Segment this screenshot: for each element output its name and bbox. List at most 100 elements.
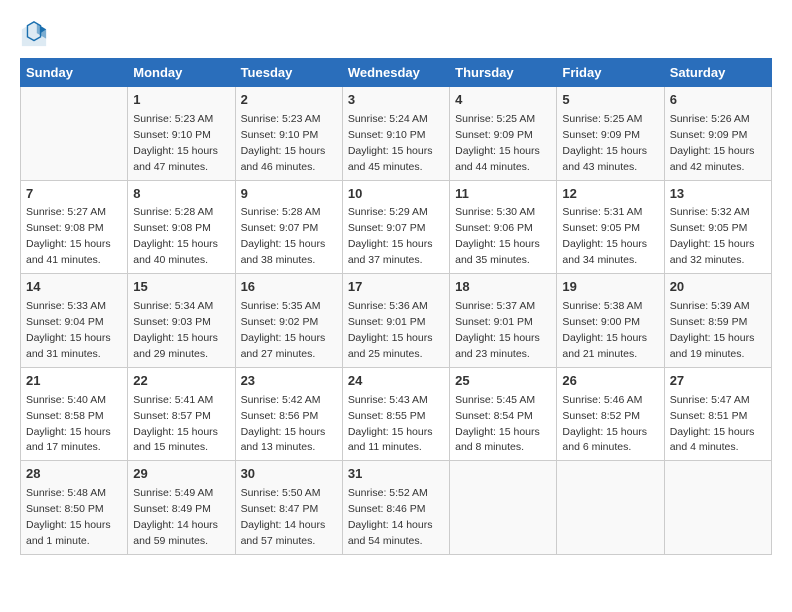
day-info: Sunrise: 5:45 AMSunset: 8:54 PMDaylight:…	[455, 394, 540, 454]
calendar-cell: 21 Sunrise: 5:40 AMSunset: 8:58 PMDayligh…	[21, 367, 128, 461]
day-number: 17	[348, 278, 444, 297]
day-info: Sunrise: 5:36 AMSunset: 9:01 PMDaylight:…	[348, 300, 433, 360]
calendar-cell: 18 Sunrise: 5:37 AMSunset: 9:01 PMDayligh…	[450, 274, 557, 368]
day-info: Sunrise: 5:42 AMSunset: 8:56 PMDaylight:…	[241, 394, 326, 454]
day-info: Sunrise: 5:32 AMSunset: 9:05 PMDaylight:…	[670, 206, 755, 266]
day-info: Sunrise: 5:38 AMSunset: 9:00 PMDaylight:…	[562, 300, 647, 360]
day-number: 13	[670, 185, 766, 204]
day-number: 26	[562, 372, 658, 391]
day-number: 27	[670, 372, 766, 391]
calendar-cell: 17 Sunrise: 5:36 AMSunset: 9:01 PMDayligh…	[342, 274, 449, 368]
calendar-cell: 31 Sunrise: 5:52 AMSunset: 8:46 PMDayligh…	[342, 461, 449, 555]
day-info: Sunrise: 5:31 AMSunset: 9:05 PMDaylight:…	[562, 206, 647, 266]
week-row-5: 28 Sunrise: 5:48 AMSunset: 8:50 PMDayligh…	[21, 461, 772, 555]
calendar-cell: 24 Sunrise: 5:43 AMSunset: 8:55 PMDayligh…	[342, 367, 449, 461]
page-header	[20, 20, 772, 48]
calendar-cell: 5 Sunrise: 5:25 AMSunset: 9:09 PMDaylight…	[557, 87, 664, 181]
day-info: Sunrise: 5:27 AMSunset: 9:08 PMDaylight:…	[26, 206, 111, 266]
calendar-header-row: SundayMondayTuesdayWednesdayThursdayFrid…	[21, 59, 772, 87]
week-row-3: 14 Sunrise: 5:33 AMSunset: 9:04 PMDayligh…	[21, 274, 772, 368]
week-row-4: 21 Sunrise: 5:40 AMSunset: 8:58 PMDayligh…	[21, 367, 772, 461]
calendar-cell: 12 Sunrise: 5:31 AMSunset: 9:05 PMDayligh…	[557, 180, 664, 274]
calendar-cell: 15 Sunrise: 5:34 AMSunset: 9:03 PMDayligh…	[128, 274, 235, 368]
day-info: Sunrise: 5:33 AMSunset: 9:04 PMDaylight:…	[26, 300, 111, 360]
day-info: Sunrise: 5:52 AMSunset: 8:46 PMDaylight:…	[348, 487, 433, 547]
day-number: 10	[348, 185, 444, 204]
header-tuesday: Tuesday	[235, 59, 342, 87]
calendar-cell: 19Sunrise: 5:38 AMSunset: 9:00 PMDayligh…	[557, 274, 664, 368]
day-info: Sunrise: 5:28 AMSunset: 9:08 PMDaylight:…	[133, 206, 218, 266]
day-number: 24	[348, 372, 444, 391]
day-info: Sunrise: 5:39 AMSunset: 8:59 PMDaylight:…	[670, 300, 755, 360]
day-info: Sunrise: 5:35 AMSunset: 9:02 PMDaylight:…	[241, 300, 326, 360]
day-info: Sunrise: 5:23 AMSunset: 9:10 PMDaylight:…	[133, 113, 218, 173]
day-number: 18	[455, 278, 551, 297]
week-row-1: 1 Sunrise: 5:23 AMSunset: 9:10 PMDaylight…	[21, 87, 772, 181]
day-info: Sunrise: 5:48 AMSunset: 8:50 PMDaylight:…	[26, 487, 111, 547]
day-number: 14	[26, 278, 122, 297]
calendar-table: SundayMondayTuesdayWednesdayThursdayFrid…	[20, 58, 772, 555]
day-number: 2	[241, 91, 337, 110]
day-number: 15	[133, 278, 229, 297]
calendar-cell: 1 Sunrise: 5:23 AMSunset: 9:10 PMDaylight…	[128, 87, 235, 181]
day-number: 1	[133, 91, 229, 110]
day-info: Sunrise: 5:28 AMSunset: 9:07 PMDaylight:…	[241, 206, 326, 266]
calendar-cell: 11 Sunrise: 5:30 AMSunset: 9:06 PMDayligh…	[450, 180, 557, 274]
calendar-cell: 3 Sunrise: 5:24 AMSunset: 9:10 PMDaylight…	[342, 87, 449, 181]
day-number: 25	[455, 372, 551, 391]
day-info: Sunrise: 5:23 AMSunset: 9:10 PMDaylight:…	[241, 113, 326, 173]
calendar-cell: 4Sunrise: 5:25 AMSunset: 9:09 PMDaylight…	[450, 87, 557, 181]
calendar-cell: 7 Sunrise: 5:27 AMSunset: 9:08 PMDaylight…	[21, 180, 128, 274]
header-thursday: Thursday	[450, 59, 557, 87]
calendar-cell: 16 Sunrise: 5:35 AMSunset: 9:02 PMDayligh…	[235, 274, 342, 368]
day-info: Sunrise: 5:37 AMSunset: 9:01 PMDaylight:…	[455, 300, 540, 360]
calendar-cell: 26 Sunrise: 5:46 AMSunset: 8:52 PMDayligh…	[557, 367, 664, 461]
day-info: Sunrise: 5:46 AMSunset: 8:52 PMDaylight:…	[562, 394, 647, 454]
day-info: Sunrise: 5:26 AMSunset: 9:09 PMDaylight:…	[670, 113, 755, 173]
week-row-2: 7 Sunrise: 5:27 AMSunset: 9:08 PMDaylight…	[21, 180, 772, 274]
day-number: 12	[562, 185, 658, 204]
day-number: 8	[133, 185, 229, 204]
day-number: 22	[133, 372, 229, 391]
logo	[20, 20, 52, 48]
day-info: Sunrise: 5:49 AMSunset: 8:49 PMDaylight:…	[133, 487, 218, 547]
calendar-cell: 27 Sunrise: 5:47 AMSunset: 8:51 PMDayligh…	[664, 367, 771, 461]
header-monday: Monday	[128, 59, 235, 87]
header-friday: Friday	[557, 59, 664, 87]
day-number: 3	[348, 91, 444, 110]
day-info: Sunrise: 5:25 AMSunset: 9:09 PMDaylight:…	[562, 113, 647, 173]
calendar-cell: 28 Sunrise: 5:48 AMSunset: 8:50 PMDayligh…	[21, 461, 128, 555]
day-number: 7	[26, 185, 122, 204]
day-number: 16	[241, 278, 337, 297]
day-info: Sunrise: 5:34 AMSunset: 9:03 PMDaylight:…	[133, 300, 218, 360]
calendar-cell: 2 Sunrise: 5:23 AMSunset: 9:10 PMDaylight…	[235, 87, 342, 181]
day-number: 5	[562, 91, 658, 110]
day-info: Sunrise: 5:43 AMSunset: 8:55 PMDaylight:…	[348, 394, 433, 454]
calendar-cell: 25 Sunrise: 5:45 AMSunset: 8:54 PMDayligh…	[450, 367, 557, 461]
calendar-cell	[557, 461, 664, 555]
calendar-cell: 23 Sunrise: 5:42 AMSunset: 8:56 PMDayligh…	[235, 367, 342, 461]
calendar-cell: 30Sunrise: 5:50 AMSunset: 8:47 PMDayligh…	[235, 461, 342, 555]
day-info: Sunrise: 5:24 AMSunset: 9:10 PMDaylight:…	[348, 113, 433, 173]
day-info: Sunrise: 5:30 AMSunset: 9:06 PMDaylight:…	[455, 206, 540, 266]
day-number: 6	[670, 91, 766, 110]
day-number: 28	[26, 465, 122, 484]
day-number: 11	[455, 185, 551, 204]
day-number: 23	[241, 372, 337, 391]
day-info: Sunrise: 5:47 AMSunset: 8:51 PMDaylight:…	[670, 394, 755, 454]
day-number: 21	[26, 372, 122, 391]
day-info: Sunrise: 5:40 AMSunset: 8:58 PMDaylight:…	[26, 394, 111, 454]
calendar-cell: 9Sunrise: 5:28 AMSunset: 9:07 PMDaylight…	[235, 180, 342, 274]
calendar-cell: 6 Sunrise: 5:26 AMSunset: 9:09 PMDaylight…	[664, 87, 771, 181]
day-number: 20	[670, 278, 766, 297]
calendar-cell: 10 Sunrise: 5:29 AMSunset: 9:07 PMDayligh…	[342, 180, 449, 274]
day-info: Sunrise: 5:29 AMSunset: 9:07 PMDaylight:…	[348, 206, 433, 266]
day-number: 31	[348, 465, 444, 484]
logo-icon	[20, 20, 48, 48]
header-sunday: Sunday	[21, 59, 128, 87]
day-number: 29	[133, 465, 229, 484]
header-wednesday: Wednesday	[342, 59, 449, 87]
day-info: Sunrise: 5:50 AMSunset: 8:47 PMDaylight:…	[241, 487, 326, 547]
calendar-cell: 20 Sunrise: 5:39 AMSunset: 8:59 PMDayligh…	[664, 274, 771, 368]
day-number: 4	[455, 91, 551, 110]
